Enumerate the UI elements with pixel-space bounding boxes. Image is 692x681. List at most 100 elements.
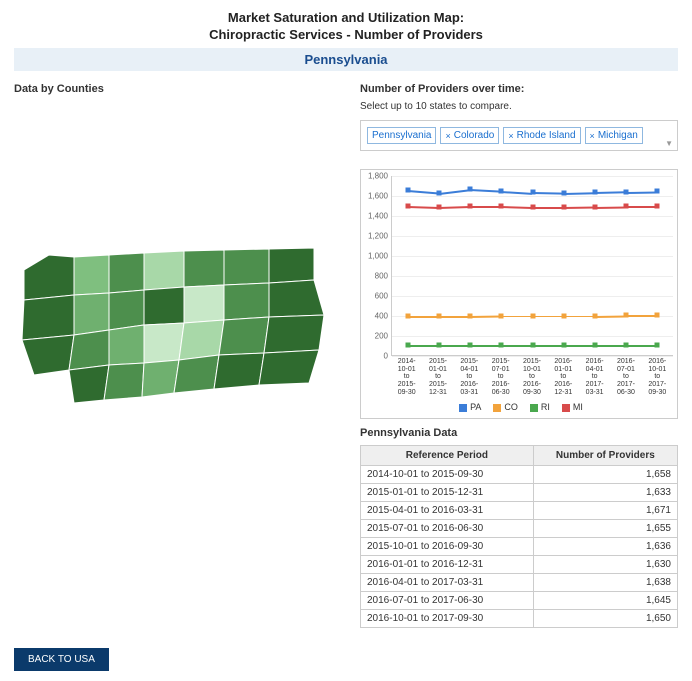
chart-heading: Number of Providers over time: bbox=[360, 83, 678, 95]
chart-instruction: Select up to 10 states to compare. bbox=[360, 101, 678, 112]
chart-line bbox=[564, 316, 595, 318]
chart-line bbox=[533, 316, 564, 318]
x-tick-label: 2014-10-01to2015-09-30 bbox=[391, 356, 422, 396]
chart-line bbox=[470, 316, 501, 318]
y-tick-label: 1,200 bbox=[364, 232, 388, 241]
x-tick-label: 2016-04-01to2017-03-31 bbox=[579, 356, 610, 396]
chart-line bbox=[595, 315, 626, 317]
left-heading: Data by Counties bbox=[14, 83, 344, 95]
cell-period: 2016-01-01 to 2016-12-31 bbox=[361, 556, 534, 574]
chart-line bbox=[501, 316, 532, 318]
cell-period: 2015-10-01 to 2016-09-30 bbox=[361, 538, 534, 556]
table-col-period: Reference Period bbox=[361, 446, 534, 466]
cell-value: 1,630 bbox=[533, 556, 677, 574]
cell-period: 2015-01-01 to 2015-12-31 bbox=[361, 484, 534, 502]
county-map[interactable] bbox=[14, 215, 344, 418]
chart-line bbox=[595, 191, 626, 193]
state-chip[interactable]: × Rhode Island bbox=[503, 127, 580, 144]
x-tick-label: 2015-07-01to2016-06-30 bbox=[485, 356, 516, 396]
table-row: 2016-01-01 to 2016-12-311,630 bbox=[361, 556, 678, 574]
x-tick-label: 2016-01-01to2016-12-31 bbox=[548, 356, 579, 396]
chart-line bbox=[439, 206, 470, 208]
legend-swatch bbox=[530, 404, 538, 412]
cell-period: 2015-04-01 to 2016-03-31 bbox=[361, 502, 534, 520]
y-tick-label: 400 bbox=[364, 312, 388, 321]
chart-line bbox=[470, 345, 501, 347]
data-heading: Pennsylvania Data bbox=[360, 427, 678, 439]
chart-line bbox=[533, 345, 564, 347]
cell-value: 1,645 bbox=[533, 592, 677, 610]
chart-line bbox=[564, 192, 595, 194]
chart-line bbox=[470, 206, 501, 208]
legend-swatch bbox=[459, 404, 467, 412]
chart-line bbox=[408, 345, 439, 347]
y-tick-label: 1,400 bbox=[364, 212, 388, 221]
chart-line bbox=[532, 192, 563, 194]
chart-line bbox=[626, 315, 657, 317]
table-row: 2014-10-01 to 2015-09-301,658 bbox=[361, 466, 678, 484]
legend-item: PA bbox=[455, 402, 481, 412]
cell-value: 1,655 bbox=[533, 520, 677, 538]
y-tick-label: 1,800 bbox=[364, 172, 388, 181]
cell-period: 2016-04-01 to 2017-03-31 bbox=[361, 574, 534, 592]
chart-legend: PACORIMI bbox=[365, 396, 673, 414]
chart-line bbox=[595, 206, 626, 208]
legend-swatch bbox=[562, 404, 570, 412]
page-subtitle: Chiropractic Services - Number of Provid… bbox=[14, 27, 678, 42]
table-row: 2015-04-01 to 2016-03-311,671 bbox=[361, 502, 678, 520]
state-chip[interactable]: ×Michigan bbox=[585, 127, 643, 144]
chip-label: Rhode Island bbox=[517, 130, 576, 141]
chart-line bbox=[626, 191, 657, 193]
chart-line bbox=[501, 191, 532, 194]
y-tick-label: 1,000 bbox=[364, 252, 388, 261]
x-tick-label: 2016-10-01to2017-09-30 bbox=[642, 356, 673, 396]
cell-period: 2014-10-01 to 2015-09-30 bbox=[361, 466, 534, 484]
legend-swatch bbox=[493, 404, 501, 412]
x-tick-label: 2016-07-01to2017-06-30 bbox=[610, 356, 641, 396]
chart-line bbox=[564, 207, 595, 209]
table-row: 2015-07-01 to 2016-06-301,655 bbox=[361, 520, 678, 538]
chart-line bbox=[408, 206, 439, 208]
table-row: 2016-04-01 to 2017-03-311,638 bbox=[361, 574, 678, 592]
x-tick-label: 2015-01-01to2015-12-31 bbox=[422, 356, 453, 396]
cell-period: 2015-07-01 to 2016-06-30 bbox=[361, 520, 534, 538]
table-row: 2015-10-01 to 2016-09-301,636 bbox=[361, 538, 678, 556]
y-tick-label: 1,600 bbox=[364, 192, 388, 201]
chart-line bbox=[501, 206, 532, 208]
chart-line bbox=[408, 316, 439, 318]
x-tick-label: 2015-10-01to2016-09-30 bbox=[516, 356, 547, 396]
x-tick-label: 2015-04-01to2016-03-31 bbox=[454, 356, 485, 396]
data-table: Reference Period Number of Providers 201… bbox=[360, 445, 678, 628]
chart-line bbox=[407, 190, 438, 194]
cell-value: 1,636 bbox=[533, 538, 677, 556]
page-title: Market Saturation and Utilization Map: bbox=[14, 10, 678, 25]
cell-value: 1,671 bbox=[533, 502, 677, 520]
chip-label: Pennsylvania bbox=[372, 130, 431, 141]
state-chip[interactable]: × Colorado bbox=[440, 127, 499, 144]
legend-item: MI bbox=[558, 402, 583, 412]
table-row: 2016-07-01 to 2017-06-301,645 bbox=[361, 592, 678, 610]
state-selector[interactable]: Pennsylvania × Colorado × Rhode Island ×Michi… bbox=[360, 120, 678, 151]
chart-line bbox=[501, 345, 532, 347]
chip-label: Colorado bbox=[454, 130, 495, 141]
y-tick-label: 200 bbox=[364, 332, 388, 341]
table-row: 2015-01-01 to 2015-12-311,633 bbox=[361, 484, 678, 502]
line-chart: 0 200 400 600 800 1,000 1,200 1,400 1,600 1,800 2… bbox=[360, 169, 678, 419]
chart-line bbox=[626, 345, 657, 347]
legend-item: CO bbox=[489, 402, 518, 412]
chip-remove-icon[interactable]: × bbox=[590, 131, 595, 141]
state-chip[interactable]: Pennsylvania bbox=[367, 127, 436, 144]
chart-line bbox=[439, 345, 470, 347]
dropdown-icon[interactable]: ▼ bbox=[665, 139, 673, 148]
chip-remove-icon[interactable]: × bbox=[445, 131, 450, 141]
y-tick-label: 0 bbox=[364, 352, 388, 361]
chart-line bbox=[626, 206, 657, 208]
y-tick-label: 600 bbox=[364, 292, 388, 301]
back-to-usa-button[interactable]: BACK TO USA bbox=[14, 648, 109, 671]
cell-value: 1,638 bbox=[533, 574, 677, 592]
chip-remove-icon[interactable]: × bbox=[508, 131, 513, 141]
chart-line bbox=[564, 345, 595, 347]
chart-line bbox=[439, 189, 470, 194]
cell-value: 1,633 bbox=[533, 484, 677, 502]
y-tick-label: 800 bbox=[364, 272, 388, 281]
